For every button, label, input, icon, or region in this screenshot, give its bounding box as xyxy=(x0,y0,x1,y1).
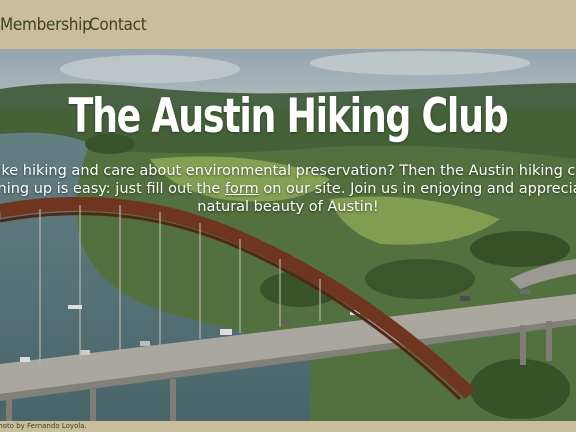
photo-credit: Photo by Fernando Loyola. xyxy=(0,422,87,430)
hero-title: The Austin Hiking Club xyxy=(68,89,509,144)
footer: Photo by Fernando Loyola. xyxy=(0,421,576,432)
hero-section: The Austin Hiking Club Do you like hikin… xyxy=(0,49,576,421)
signup-form-link[interactable]: form xyxy=(225,181,259,197)
nav-link-contact[interactable]: Contact xyxy=(89,15,147,35)
nav-link-membership[interactable]: Membership xyxy=(0,15,92,35)
hero-description: Do you like hiking and care about enviro… xyxy=(0,162,576,216)
top-navbar: Membership Contact xyxy=(0,0,576,49)
